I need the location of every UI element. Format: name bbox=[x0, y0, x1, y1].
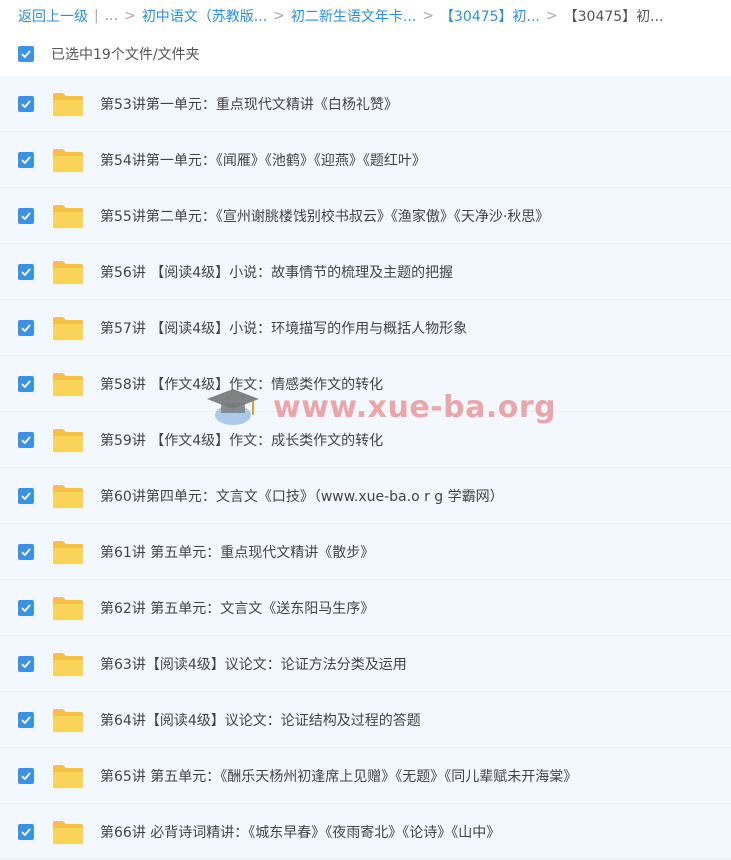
file-row[interactable]: 第58讲 【作文4级】作文：情感类作文的转化 bbox=[0, 356, 731, 412]
file-name[interactable]: 第64讲【阅读4级】议论文：论证结构及过程的答题 bbox=[100, 710, 421, 730]
file-name[interactable]: 第61讲 第五单元：重点现代文精讲《散步》 bbox=[100, 542, 374, 562]
file-row[interactable]: 第62讲 第五单元：文言文《送东阳马生序》 bbox=[0, 580, 731, 636]
check-icon bbox=[21, 323, 31, 332]
file-name[interactable]: 第60讲第四单元：文言文《口技》（www.xue-ba.o r g 学霸网） bbox=[100, 486, 504, 506]
check-icon bbox=[21, 659, 31, 668]
chevron-right-icon: > bbox=[545, 8, 558, 24]
check-icon bbox=[21, 827, 31, 836]
folder-icon bbox=[53, 428, 83, 452]
select-all-checkbox[interactable] bbox=[18, 46, 34, 62]
breadcrumb-item[interactable]: 【30475】初... bbox=[440, 6, 540, 26]
file-name[interactable]: 第53讲第一单元：重点现代文精讲《白杨礼赞》 bbox=[100, 94, 398, 114]
row-checkbox[interactable] bbox=[18, 487, 34, 504]
check-icon bbox=[21, 715, 31, 724]
check-icon bbox=[21, 99, 31, 108]
check-icon bbox=[21, 547, 31, 556]
file-name[interactable]: 第58讲 【作文4级】作文：情感类作文的转化 bbox=[100, 374, 383, 394]
breadcrumb-ellipsis[interactable]: ... bbox=[105, 8, 118, 24]
file-name[interactable]: 第65讲 第五单元：《酬乐天杨州初逢席上见赠》《无题》《同儿辈赋未开海棠》 bbox=[100, 766, 577, 786]
row-checkbox[interactable] bbox=[18, 655, 34, 672]
row-checkbox[interactable] bbox=[18, 767, 34, 784]
folder-icon bbox=[53, 316, 83, 340]
file-row[interactable]: 第65讲 第五单元：《酬乐天杨州初逢席上见赠》《无题》《同儿辈赋未开海棠》 bbox=[0, 748, 731, 804]
folder-icon bbox=[53, 764, 83, 788]
check-icon bbox=[21, 50, 31, 59]
chevron-right-icon: > bbox=[422, 8, 434, 24]
file-row[interactable]: 第60讲第四单元：文言文《口技》（www.xue-ba.o r g 学霸网） bbox=[0, 468, 731, 524]
file-name[interactable]: 第56讲 【阅读4级】小说：故事情节的梳理及主题的把握 bbox=[100, 262, 453, 282]
file-name[interactable]: 第54讲第一单元：《闻雁》《池鹤》《迎燕》《题红叶》 bbox=[100, 150, 426, 170]
breadcrumb-item[interactable]: 初中语文（苏教版... bbox=[142, 6, 267, 26]
file-name[interactable]: 第63讲【阅读4级】议论文：论证方法分类及运用 bbox=[100, 654, 407, 674]
folder-icon bbox=[53, 708, 83, 732]
row-checkbox[interactable] bbox=[18, 207, 34, 224]
folder-icon bbox=[53, 540, 83, 564]
breadcrumb-item[interactable]: 初二新生语文年卡... bbox=[291, 6, 416, 26]
folder-icon bbox=[53, 372, 83, 396]
check-icon bbox=[21, 603, 31, 612]
row-checkbox[interactable] bbox=[18, 319, 34, 336]
check-icon bbox=[21, 491, 31, 500]
file-name[interactable]: 第62讲 第五单元：文言文《送东阳马生序》 bbox=[100, 598, 374, 618]
file-name[interactable]: 第59讲 【作文4级】作文：成长类作文的转化 bbox=[100, 430, 383, 450]
row-checkbox[interactable] bbox=[18, 823, 34, 840]
check-icon bbox=[21, 267, 31, 276]
row-checkbox[interactable] bbox=[18, 543, 34, 560]
check-icon bbox=[21, 379, 31, 388]
folder-icon bbox=[53, 484, 83, 508]
file-row[interactable]: 第53讲第一单元：重点现代文精讲《白杨礼赞》 bbox=[0, 76, 731, 132]
file-row[interactable]: 第56讲 【阅读4级】小说：故事情节的梳理及主题的把握 bbox=[0, 244, 731, 300]
row-checkbox[interactable] bbox=[18, 431, 34, 448]
file-row[interactable]: 第64讲【阅读4级】议论文：论证结构及过程的答题 bbox=[0, 692, 731, 748]
folder-icon bbox=[53, 148, 83, 172]
folder-icon bbox=[53, 204, 83, 228]
chevron-right-icon: > bbox=[273, 8, 285, 24]
folder-icon bbox=[53, 596, 83, 620]
file-row[interactable]: 第59讲 【作文4级】作文：成长类作文的转化 bbox=[0, 412, 731, 468]
file-row[interactable]: 第57讲 【阅读4级】小说：环境描写的作用与概括人物形象 bbox=[0, 300, 731, 356]
check-icon bbox=[21, 771, 31, 780]
breadcrumb-current: 【30475】初... bbox=[563, 9, 664, 25]
row-checkbox[interactable] bbox=[18, 599, 34, 616]
file-row[interactable]: 第55讲第二单元：《宣州谢朓楼饯别校书叔云》《渔家傲》《天净沙·秋思》 bbox=[0, 188, 731, 244]
row-checkbox[interactable] bbox=[18, 263, 34, 280]
select-all-bar: 已选中19个文件/文件夹 bbox=[0, 32, 731, 76]
breadcrumb: 返回上一级 | ... > 初中语文（苏教版... > 初二新生语文年卡... … bbox=[0, 0, 731, 32]
check-icon bbox=[21, 211, 31, 220]
chevron-right-icon: > bbox=[124, 8, 136, 24]
folder-icon bbox=[53, 92, 83, 116]
file-row[interactable]: 第63讲【阅读4级】议论文：论证方法分类及运用 bbox=[0, 636, 731, 692]
folder-icon bbox=[53, 652, 83, 676]
back-link[interactable]: 返回上一级 bbox=[18, 6, 88, 26]
check-icon bbox=[21, 155, 31, 164]
file-row[interactable]: 第66讲 必背诗词精讲：《城东早春》《夜雨寄北》《论诗》《山中》 bbox=[0, 804, 731, 860]
file-name[interactable]: 第57讲 【阅读4级】小说：环境描写的作用与概括人物形象 bbox=[100, 318, 467, 338]
row-checkbox[interactable] bbox=[18, 711, 34, 728]
folder-icon bbox=[53, 260, 83, 284]
selection-count-label: 已选中19个文件/文件夹 bbox=[51, 47, 200, 63]
row-checkbox[interactable] bbox=[18, 375, 34, 392]
file-list: 第53讲第一单元：重点现代文精讲《白杨礼赞》第54讲第一单元：《闻雁》《池鹤》《… bbox=[0, 76, 731, 860]
check-icon bbox=[21, 435, 31, 444]
row-checkbox[interactable] bbox=[18, 95, 34, 112]
file-row[interactable]: 第61讲 第五单元：重点现代文精讲《散步》 bbox=[0, 524, 731, 580]
file-name[interactable]: 第55讲第二单元：《宣州谢朓楼饯别校书叔云》《渔家傲》《天净沙·秋思》 bbox=[100, 206, 549, 226]
breadcrumb-divider: | bbox=[94, 8, 99, 24]
row-checkbox[interactable] bbox=[18, 151, 34, 168]
folder-icon bbox=[53, 820, 83, 844]
file-row[interactable]: 第54讲第一单元：《闻雁》《池鹤》《迎燕》《题红叶》 bbox=[0, 132, 731, 188]
